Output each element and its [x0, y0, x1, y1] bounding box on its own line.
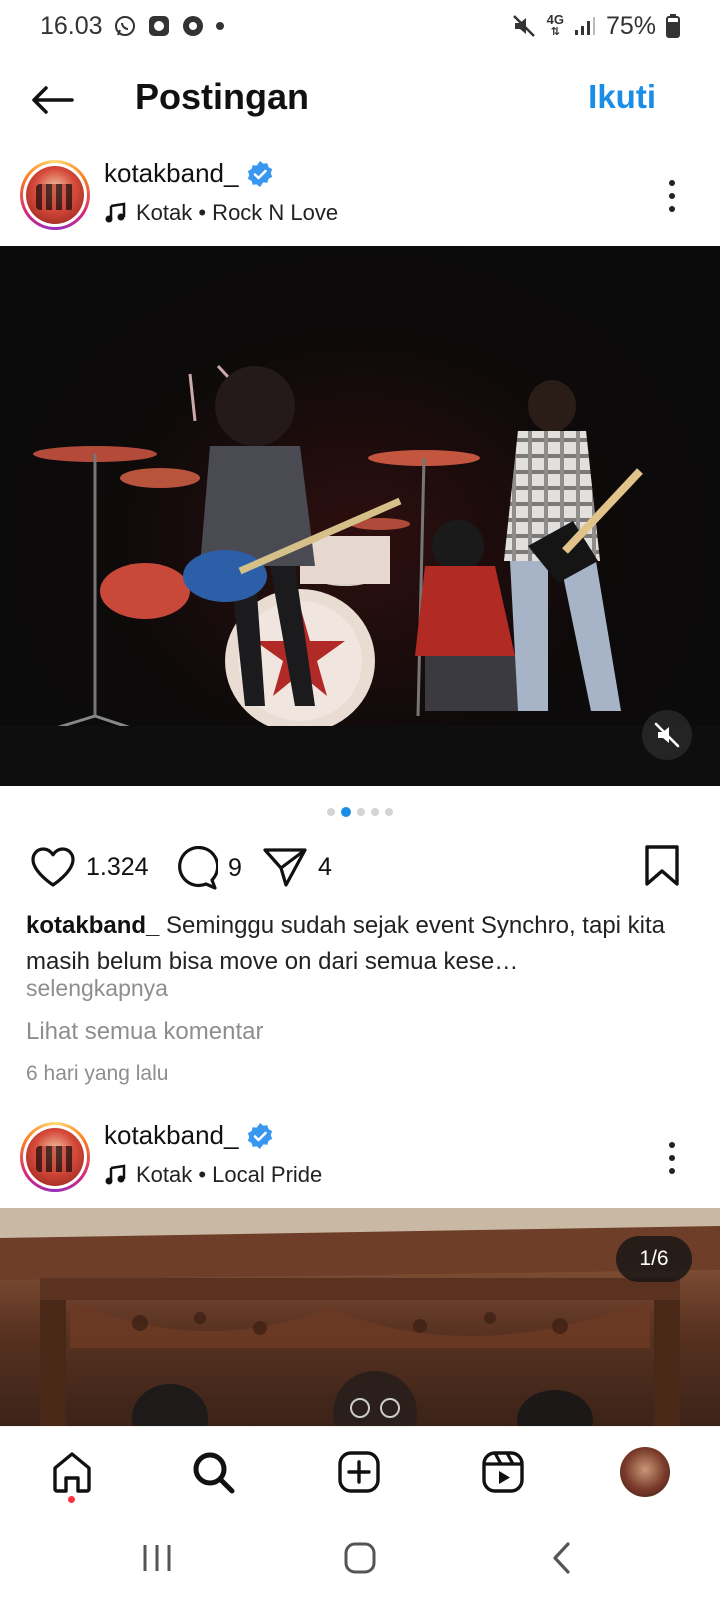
music-title: Kotak • Rock N Love: [136, 200, 339, 225]
view-all-comments-link[interactable]: Lihat semua komentar: [26, 1018, 263, 1046]
nav-search[interactable]: [186, 1445, 240, 1499]
post-image[interactable]: 1/6: [0, 1208, 720, 1426]
more-notifications-dot-icon: [215, 21, 225, 31]
see-more-link[interactable]: selengkapnya: [26, 975, 168, 1002]
send-icon: [263, 848, 307, 887]
post-header: kotakband_ Kotak • Rock N Love: [0, 146, 720, 246]
chevron-left-icon: [553, 1542, 570, 1574]
nav-create[interactable]: [332, 1445, 386, 1499]
story-avatar[interactable]: [20, 1122, 90, 1192]
post-username[interactable]: kotakband_: [104, 1120, 238, 1151]
comment-icon: [178, 846, 218, 890]
battery-icon: [666, 14, 680, 38]
recent-apps-icon: [143, 1545, 171, 1571]
app-notification-icon: [147, 14, 171, 38]
nav-profile[interactable]: [618, 1445, 672, 1499]
search-icon: [193, 1452, 235, 1494]
carved-pavilion-illustration: [0, 1208, 720, 1426]
network-4g-icon: 4G ⇅: [546, 12, 564, 38]
add-post-icon: [338, 1451, 380, 1493]
home-square-icon: [344, 1542, 376, 1574]
music-note-icon: [105, 1164, 126, 1185]
save-button[interactable]: [644, 844, 680, 893]
carousel-dot-active: [341, 807, 351, 817]
status-left: 16.03: [40, 12, 225, 41]
heart-icon: [31, 847, 75, 887]
home-system-button[interactable]: [338, 1536, 382, 1580]
post-caption: kotakband_ Seminggu sudah sejak event Sy…: [26, 908, 666, 980]
system-back-button[interactable]: [540, 1536, 584, 1580]
music-info[interactable]: Kotak • Local Pride: [104, 1162, 322, 1188]
back-button[interactable]: [28, 76, 76, 124]
avatar: [26, 1128, 84, 1186]
network-label: 4G: [546, 12, 564, 27]
carousel-indicator: [0, 807, 720, 817]
reels-icon: [482, 1451, 524, 1493]
mute-status-icon: [511, 13, 537, 39]
status-time: 16.03: [40, 11, 103, 40]
concert-illustration: [0, 364, 720, 786]
carousel-dot: [357, 808, 365, 816]
carousel-dot: [385, 808, 393, 816]
mute-toggle-button[interactable]: [642, 710, 692, 760]
status-right: 4G ⇅ 75%: [511, 12, 680, 41]
verified-badge-icon: [248, 1122, 273, 1149]
verified-badge-icon: [248, 160, 273, 187]
username-row[interactable]: kotakband_: [104, 158, 274, 189]
like-count: 1.324: [86, 852, 149, 881]
more-vertical-icon: [669, 180, 675, 186]
avatar: [26, 166, 84, 224]
more-vertical-icon: [669, 1142, 675, 1148]
recent-apps-button[interactable]: [135, 1536, 179, 1580]
arrow-left-icon: [32, 86, 74, 114]
top-app-bar: Postingan Ikuti: [0, 62, 720, 136]
music-info[interactable]: Kotak • Rock N Love: [104, 200, 338, 226]
share-button[interactable]: 4: [262, 846, 332, 888]
comment-button[interactable]: 9: [174, 846, 242, 890]
speaker-muted-icon: [654, 722, 680, 748]
carousel-dot: [371, 808, 379, 816]
post-actions: 1.324 9 4: [0, 840, 720, 896]
nav-reels[interactable]: [476, 1445, 530, 1499]
whatsapp-icon: [113, 14, 137, 38]
bottom-navigation: [0, 1426, 720, 1516]
carousel-dot: [327, 808, 335, 816]
notification-dot: [68, 1496, 75, 1503]
comment-count: 9: [228, 853, 242, 882]
post-video[interactable]: [0, 246, 720, 786]
post-header: kotakband_ Kotak • Local Pride: [0, 1108, 720, 1208]
more-options-button[interactable]: [662, 176, 682, 216]
image-pager-badge: 1/6: [616, 1236, 692, 1282]
post-username[interactable]: kotakband_: [104, 158, 238, 189]
signal-icon: [574, 16, 596, 36]
chrome-icon: [181, 14, 205, 38]
share-count: 4: [318, 852, 332, 881]
bookmark-icon: [645, 845, 679, 886]
caption-username[interactable]: kotakband_: [26, 912, 159, 939]
follow-button[interactable]: Ikuti: [588, 78, 656, 116]
status-bar: 16.03 4G ⇅ 75%: [0, 0, 720, 52]
music-note-icon: [105, 202, 126, 223]
username-row[interactable]: kotakband_: [104, 1120, 274, 1151]
more-options-button[interactable]: [662, 1138, 682, 1178]
profile-avatar: [620, 1447, 670, 1497]
home-icon: [53, 1452, 91, 1493]
post-timestamp: 6 hari yang lalu: [26, 1062, 169, 1085]
system-navigation-bar: [0, 1516, 720, 1600]
music-title: Kotak • Local Pride: [136, 1162, 323, 1187]
like-button[interactable]: 1.324: [30, 846, 149, 888]
nav-home[interactable]: [45, 1445, 99, 1503]
battery-percent: 75%: [605, 11, 656, 40]
story-avatar[interactable]: [20, 160, 90, 230]
page-title: Postingan: [135, 76, 310, 117]
